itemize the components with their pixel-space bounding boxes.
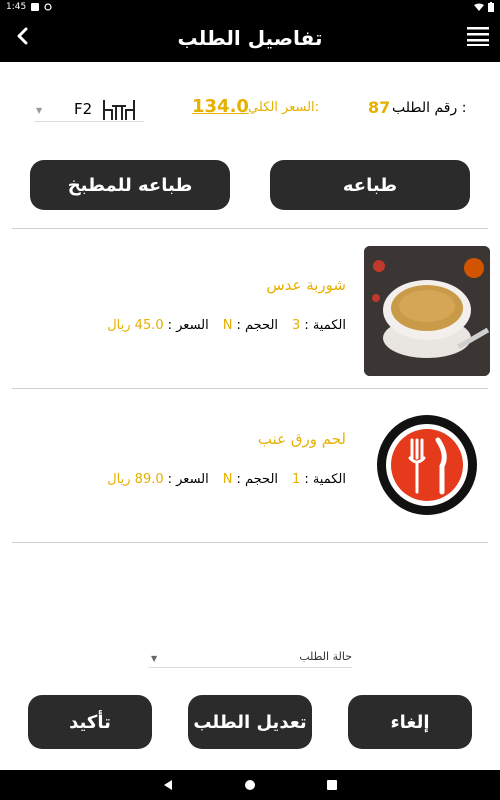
order-number-label: رقم الطلب : [392, 100, 467, 116]
size-label: الحجم : [236, 318, 279, 333]
list-item[interactable]: لحم ورق عنب الكمية : 1 الحجم : N السعر :… [0, 390, 500, 540]
price-label: السعر : [167, 318, 209, 333]
order-summary: ▼ F2 134.0 السعر الكلي: 87 رقم الطلب : [0, 92, 500, 128]
fork-knife-icon [377, 415, 477, 515]
item-details: الكمية : 3 الحجم : N السعر : 45.0 ريال [107, 318, 346, 333]
chevron-left-icon [17, 27, 28, 45]
battery-icon [488, 2, 494, 12]
back-triangle-icon[interactable] [162, 779, 174, 791]
menu-icon [467, 27, 489, 46]
print-kitchen-button[interactable]: طباعه للمطبخ [30, 160, 230, 210]
divider [12, 228, 488, 229]
status-time: 1:45 [6, 2, 27, 12]
table-select[interactable]: ▼ F2 [34, 96, 144, 122]
quantity-label: الكمية : [304, 318, 346, 333]
page-title: تفاصيل الطلب [177, 26, 323, 50]
cancel-button[interactable]: إلغاء [348, 695, 472, 749]
item-name: شوربة عدس [266, 276, 346, 294]
status-bar: 1:45 [0, 0, 500, 14]
total-price-value: 134.0 [192, 96, 249, 117]
divider [12, 388, 488, 389]
size-label: الحجم : [236, 472, 279, 487]
restaurant-placeholder-image [364, 400, 490, 530]
menu-button[interactable] [464, 22, 492, 50]
system-nav-bar [0, 770, 500, 800]
home-circle-icon[interactable] [244, 779, 256, 791]
app-bar: تفاصيل الطلب [0, 14, 500, 62]
item-details: الكمية : 1 الحجم : N السعر : 89.0 ريال [107, 472, 346, 487]
wifi-icon [474, 3, 484, 11]
notification-icon [31, 3, 40, 11]
print-button[interactable]: طباعه [270, 160, 470, 210]
order-status-select[interactable]: ▼ حالة الطلب [148, 648, 352, 668]
table-number: F2 [74, 100, 93, 118]
confirm-button[interactable]: تأكيد [28, 695, 152, 749]
order-number-value: 87 [368, 98, 391, 117]
quantity-value: 1 [292, 472, 301, 487]
lentil-soup-image [364, 246, 490, 376]
recents-square-icon[interactable] [326, 779, 338, 791]
divider [12, 542, 488, 543]
caret-down-icon: ▼ [151, 654, 158, 663]
back-button[interactable] [8, 22, 36, 50]
caret-down-icon: ▼ [36, 106, 43, 115]
quantity-value: 3 [292, 318, 301, 333]
size-value: N [222, 472, 233, 487]
price-value: 45.0 ريال [107, 318, 164, 333]
sync-icon [44, 3, 52, 11]
list-item[interactable]: شوربة عدس الكمية : 3 الحجم : N السعر : 4… [0, 236, 500, 386]
price-value: 89.0 ريال [107, 472, 164, 487]
price-label: السعر : [167, 472, 209, 487]
quantity-label: الكمية : [304, 472, 346, 487]
table-icon [103, 100, 135, 120]
order-status-label: حالة الطلب [299, 650, 352, 663]
total-price-label: السعر الكلي: [248, 100, 320, 115]
size-value: N [222, 318, 233, 333]
item-name: لحم ورق عنب [257, 430, 346, 448]
edit-order-button[interactable]: تعديل الطلب [188, 695, 312, 749]
